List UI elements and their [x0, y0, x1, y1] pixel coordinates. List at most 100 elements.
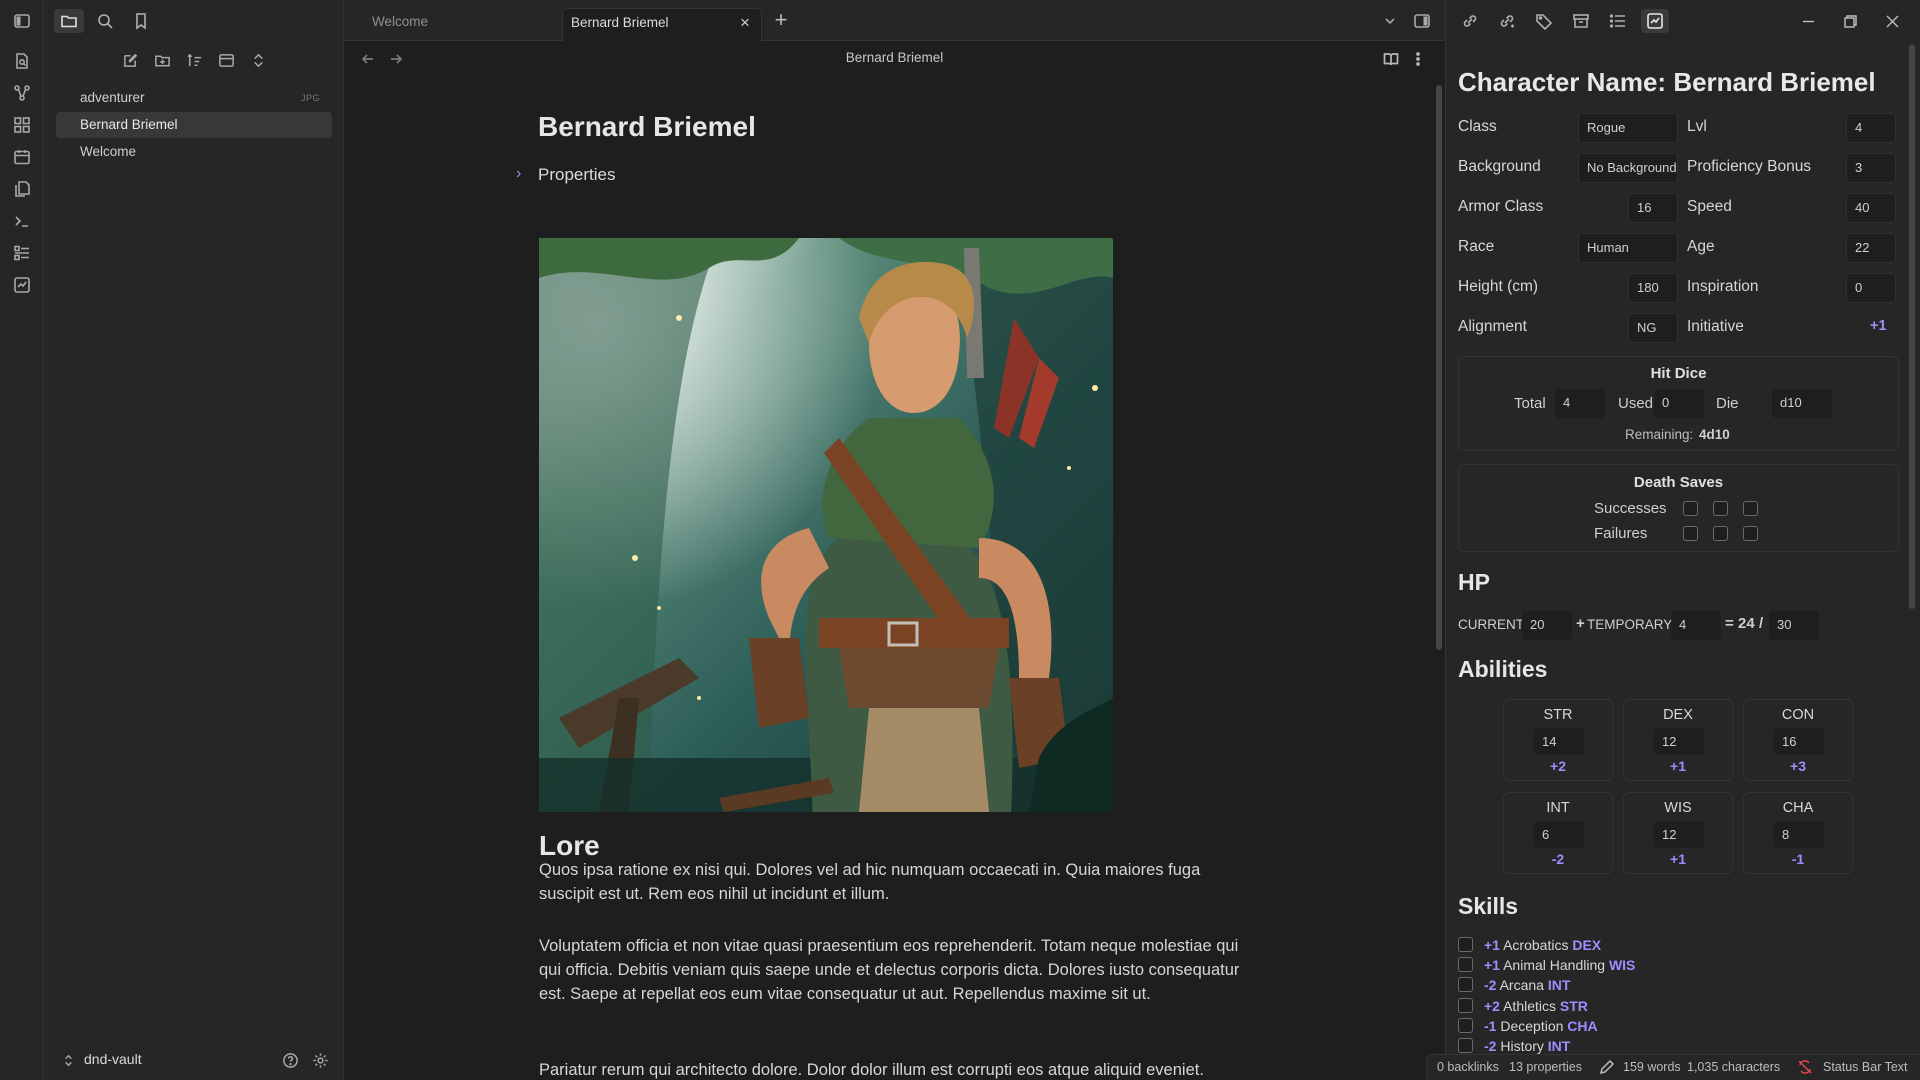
properties-toggle[interactable]: Properties [538, 165, 615, 185]
skill-proficiency-checkbox[interactable] [1458, 1038, 1473, 1053]
death-save-failure-checkbox[interactable] [1683, 526, 1698, 541]
new-folder-icon[interactable] [151, 49, 173, 71]
vault-name[interactable]: dnd-vault [84, 1051, 142, 1067]
daily-note-icon[interactable] [11, 146, 33, 168]
ability-score-input[interactable]: 6 [1534, 821, 1584, 848]
hp-plus-sign: + [1576, 615, 1585, 632]
properties-count[interactable]: 13 properties [1509, 1060, 1582, 1074]
reading-view-icon[interactable] [1381, 49, 1401, 69]
properties-chevron-icon[interactable]: › [516, 166, 528, 182]
right-sidebar-scrollbar[interactable] [1909, 44, 1915, 609]
new-note-icon[interactable] [119, 49, 141, 71]
age-input[interactable]: 22 [1846, 233, 1896, 263]
settings-gear-icon[interactable] [310, 1050, 330, 1070]
new-tab-icon[interactable]: + [770, 9, 792, 32]
templates-icon[interactable] [11, 178, 33, 200]
hit-dice-title: Hit Dice [1650, 365, 1707, 382]
background-input[interactable]: No Background [1578, 153, 1678, 183]
tab-welcome[interactable]: Welcome [346, 8, 546, 41]
editor-scrollbar[interactable] [1436, 85, 1442, 650]
background-label: Background [1458, 158, 1541, 175]
hp-total-value: 24 [1738, 615, 1755, 632]
class-input[interactable]: Rogue [1578, 113, 1678, 143]
lvl-input[interactable]: 4 [1846, 113, 1896, 143]
ability-score-input[interactable]: 12 [1654, 821, 1704, 848]
bases-icon[interactable] [11, 242, 33, 264]
backlinks-icon[interactable] [1456, 9, 1484, 33]
outline-icon[interactable] [1604, 9, 1632, 33]
more-options-icon[interactable] [1408, 49, 1428, 69]
speed-input[interactable]: 40 [1846, 193, 1896, 223]
inspiration-label: Inspiration [1687, 278, 1759, 295]
hit-dice-die-input[interactable]: d10 [1772, 389, 1832, 418]
tab-bernard-briemel[interactable]: Bernard Briemel × [562, 8, 762, 41]
skill-modifier: +1 [1484, 957, 1500, 973]
alignment-input[interactable]: NG [1628, 313, 1678, 343]
armor-class-input[interactable]: 16 [1628, 193, 1678, 223]
ability-score-input[interactable]: 8 [1774, 821, 1824, 848]
toggle-right-sidebar-icon[interactable] [1411, 10, 1433, 32]
canvas-icon[interactable] [11, 114, 33, 136]
skill-proficiency-checkbox[interactable] [1458, 1018, 1473, 1033]
toggle-left-sidebar-icon[interactable] [11, 10, 33, 32]
lore-paragraph[interactable]: Voluptatem officia et non vitae quasi pr… [539, 934, 1259, 1006]
command-palette-icon[interactable] [11, 210, 33, 232]
proficiency-bonus-input[interactable]: 3 [1846, 153, 1896, 183]
death-save-failure-checkbox[interactable] [1713, 526, 1728, 541]
skill-proficiency-checkbox[interactable] [1458, 937, 1473, 952]
death-save-success-checkbox[interactable] [1683, 501, 1698, 516]
sort-icon[interactable] [183, 49, 205, 71]
hp-temporary-input[interactable]: 4 [1671, 611, 1721, 640]
tags-icon[interactable] [1530, 9, 1558, 33]
inspiration-input[interactable]: 0 [1846, 273, 1896, 303]
file-item-welcome[interactable]: Welcome [56, 139, 332, 165]
character-name-title: Character Name: Bernard Briemel [1458, 67, 1876, 97]
character-sheet-icon[interactable] [11, 274, 33, 296]
lore-paragraph[interactable]: Pariatur rerum qui architecto dolore. Do… [539, 1058, 1259, 1080]
search-icon[interactable] [90, 9, 120, 33]
hit-dice-total-input[interactable]: 4 [1555, 389, 1605, 418]
graph-view-icon[interactable] [11, 82, 33, 104]
close-window-icon[interactable] [1880, 9, 1904, 33]
status-bar: 0 backlinks 13 properties 159 words 1,03… [1426, 1054, 1920, 1080]
death-save-failure-checkbox[interactable] [1743, 526, 1758, 541]
ability-score-input[interactable]: 16 [1774, 728, 1824, 755]
file-item-adventurer[interactable]: adventurer JPG [56, 85, 332, 111]
ability-score-input[interactable]: 14 [1534, 728, 1584, 755]
bookmarks-icon[interactable] [126, 9, 156, 33]
help-icon[interactable] [280, 1050, 300, 1070]
auto-reveal-icon[interactable] [215, 49, 237, 71]
note-title[interactable]: Bernard Briemel [538, 111, 756, 143]
death-save-success-checkbox[interactable] [1713, 501, 1728, 516]
view-title[interactable]: Bernard Briemel [344, 50, 1445, 65]
file-item-bernard-briemel[interactable]: Bernard Briemel [56, 112, 332, 138]
restore-window-icon[interactable] [1838, 9, 1862, 33]
skill-proficiency-checkbox[interactable] [1458, 957, 1473, 972]
minimize-window-icon[interactable] [1796, 9, 1820, 33]
skill-proficiency-checkbox[interactable] [1458, 998, 1473, 1013]
tab-list-chevron-icon[interactable] [1379, 10, 1401, 32]
race-input[interactable]: Human [1578, 233, 1678, 263]
outgoing-links-icon[interactable] [1493, 9, 1521, 33]
ribbon [0, 0, 44, 1080]
edit-pencil-icon[interactable] [1599, 1059, 1615, 1075]
height-input[interactable]: 180 [1628, 273, 1678, 303]
skill-proficiency-checkbox[interactable] [1458, 977, 1473, 992]
backlinks-count[interactable]: 0 backlinks [1437, 1060, 1499, 1074]
files-tab-icon[interactable] [54, 9, 84, 33]
close-tab-icon[interactable]: × [737, 14, 753, 31]
lore-paragraph[interactable]: Quos ipsa ratione ex nisi qui. Dolores v… [539, 858, 1259, 906]
sync-off-icon[interactable] [1797, 1059, 1813, 1075]
failures-label: Failures [1594, 525, 1648, 542]
expand-collapse-icon[interactable] [247, 49, 269, 71]
age-label: Age [1687, 238, 1715, 255]
ability-score-input[interactable]: 12 [1654, 728, 1704, 755]
open-quick-switcher-icon[interactable] [11, 50, 33, 72]
archive-icon[interactable] [1567, 9, 1595, 33]
character-sheet-view-icon[interactable] [1641, 9, 1669, 33]
death-save-success-checkbox[interactable] [1743, 501, 1758, 516]
hp-current-input[interactable]: 20 [1522, 611, 1572, 640]
vault-chevron-icon[interactable] [58, 1050, 78, 1070]
hit-dice-used-input[interactable]: 0 [1654, 389, 1704, 418]
hp-max-input[interactable]: 30 [1769, 611, 1819, 640]
